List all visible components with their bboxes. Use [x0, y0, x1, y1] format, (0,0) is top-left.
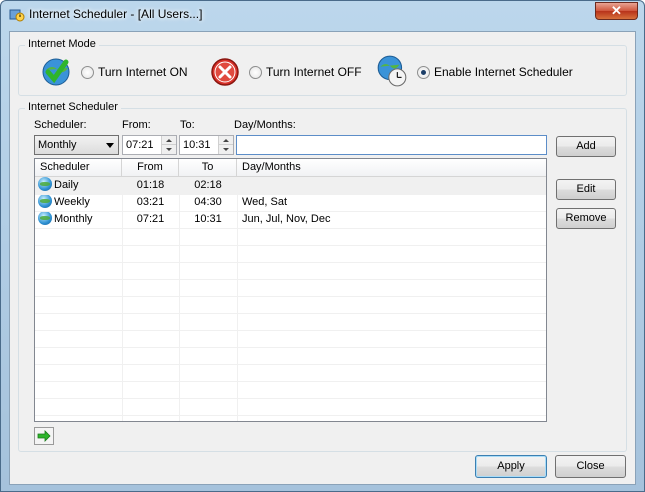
radio-circle[interactable]	[81, 65, 94, 79]
row-from: 01:18	[136, 179, 165, 191]
column-header-day-months[interactable]: Day/Months	[237, 159, 546, 177]
table-row[interactable]: Weekly 03:21 04:30 Wed, Sat	[35, 194, 546, 211]
to-time-spinner[interactable]: 10:31	[179, 135, 234, 155]
row-scheduler: Daily	[54, 179, 79, 191]
scheduler-combo-value: Monthly	[38, 139, 77, 151]
spin-down-icon[interactable]	[162, 145, 176, 154]
grid-hline	[35, 313, 546, 314]
from-spin-buttons	[161, 136, 176, 154]
column-header-from[interactable]: From	[122, 159, 179, 177]
apply-button[interactable]: Apply	[475, 455, 547, 478]
remove-button[interactable]: Remove	[556, 208, 616, 229]
row-days	[237, 177, 546, 194]
radio-circle-selected[interactable]	[417, 65, 430, 79]
scheduler-label: Scheduler:	[34, 119, 87, 131]
close-button[interactable]: Close	[555, 455, 626, 478]
row-days: Jun, Jul, Nov, Dec	[242, 213, 331, 225]
to-label: To:	[180, 119, 195, 131]
turn-internet-off-radio[interactable]: Turn Internet OFF	[249, 64, 362, 80]
internet-scheduler-title: Internet Scheduler	[25, 101, 121, 113]
edit-button[interactable]: Edit	[556, 179, 616, 200]
add-button[interactable]: Add	[556, 136, 616, 157]
close-window-button[interactable]: ✕	[595, 2, 638, 20]
row-scheduler-cell: Monthly	[35, 211, 122, 228]
turn-internet-off-label: Turn Internet OFF	[266, 65, 362, 79]
grid-hline	[35, 279, 546, 280]
grid-hline	[35, 296, 546, 297]
title-bar[interactable]: Internet Scheduler - [All Users...] ✕	[1, 1, 644, 29]
grid-hline	[35, 381, 546, 382]
grid-hline	[35, 194, 546, 195]
internet-mode-title: Internet Mode	[25, 38, 99, 50]
window-title: Internet Scheduler - [All Users...]	[29, 7, 203, 21]
row-to: 02:18	[194, 179, 222, 191]
turn-internet-on-label: Turn Internet ON	[98, 65, 188, 79]
globe-icon	[38, 194, 52, 208]
radio-circle[interactable]	[249, 65, 262, 79]
scheduler-combo[interactable]: Monthly	[34, 135, 119, 155]
enable-scheduler-label: Enable Internet Scheduler	[434, 65, 573, 79]
app-window: Internet Scheduler - [All Users...] ✕ In…	[0, 0, 645, 492]
row-scheduler: Monthly	[54, 213, 93, 225]
globe-check-icon	[42, 58, 70, 86]
row-scheduler-cell: Weekly	[35, 194, 122, 211]
red-x-icon	[211, 58, 239, 86]
grid-hline	[35, 262, 546, 263]
globe-icon	[38, 211, 52, 225]
globe-clock-icon	[377, 55, 407, 87]
app-icon	[9, 9, 25, 22]
row-days: Wed, Sat	[242, 196, 288, 208]
spin-up-icon[interactable]	[162, 136, 176, 145]
row-to: 10:31	[194, 213, 222, 225]
row-from: 03:21	[136, 196, 165, 208]
grid-hline	[35, 364, 546, 365]
day-months-input[interactable]	[236, 135, 547, 155]
row-scheduler: Weekly	[54, 196, 90, 208]
grid-hline	[35, 398, 546, 399]
spin-up-icon[interactable]	[219, 136, 233, 145]
enable-scheduler-radio[interactable]: Enable Internet Scheduler	[417, 64, 573, 80]
close-icon: ✕	[611, 3, 622, 18]
table-row[interactable]: Daily 01:18 02:18	[35, 177, 546, 194]
turn-internet-on-radio[interactable]: Turn Internet ON	[81, 64, 188, 80]
green-arrow-right-icon	[37, 430, 51, 442]
from-label: From:	[122, 119, 151, 131]
client-area: Internet Mode Turn Internet ON Turn Inte…	[9, 31, 636, 485]
column-header-scheduler[interactable]: Scheduler	[35, 159, 122, 177]
to-time-value: 10:31	[183, 139, 211, 151]
schedule-list-header: Scheduler From To Day/Months	[35, 159, 546, 177]
table-row[interactable]: Monthly 07:21 10:31 Jun, Jul, Nov, Dec	[35, 211, 546, 228]
grid-hline	[35, 245, 546, 246]
export-arrow-button[interactable]	[34, 427, 54, 445]
column-header-to[interactable]: To	[179, 159, 237, 177]
to-spin-buttons	[218, 136, 233, 154]
from-time-value: 07:21	[126, 139, 154, 151]
row-to: 04:30	[194, 196, 222, 208]
internet-scheduler-group: Internet Scheduler Scheduler: From: To: …	[18, 101, 627, 452]
from-time-spinner[interactable]: 07:21	[122, 135, 177, 155]
row-from: 07:21	[136, 213, 165, 225]
grid-hline	[35, 330, 546, 331]
day-months-label: Day/Months:	[234, 119, 296, 131]
globe-icon	[38, 177, 52, 191]
grid-hline	[35, 211, 546, 212]
grid-hline	[35, 228, 546, 229]
row-scheduler-cell: Daily	[35, 177, 122, 194]
internet-mode-group: Internet Mode Turn Internet ON Turn Inte…	[18, 38, 627, 96]
spin-down-icon[interactable]	[219, 145, 233, 154]
chevron-down-icon[interactable]	[106, 143, 114, 148]
grid-hline	[35, 347, 546, 348]
grid-hline	[35, 415, 546, 416]
schedule-list[interactable]: Scheduler From To Day/Months Daily 01:18…	[34, 158, 547, 422]
